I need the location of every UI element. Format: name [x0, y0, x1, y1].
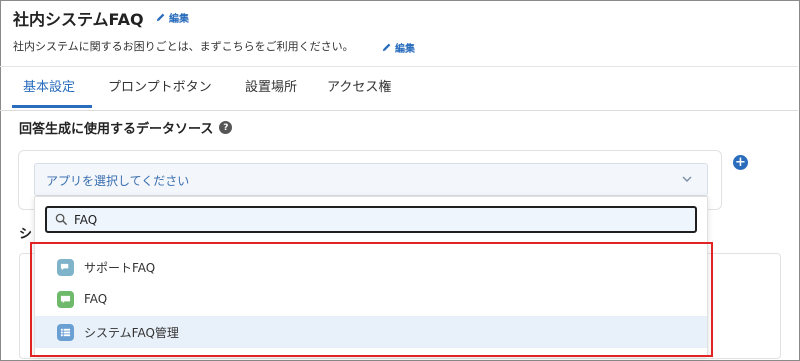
background-section-label: シ — [19, 227, 33, 242]
page-title: 社内システムFAQ — [13, 10, 144, 29]
settings-tabs: 基本設定 プロンプトボタン 設置場所 アクセス権 — [0, 70, 798, 111]
tab-prompt-buttons[interactable]: プロンプトボタン — [108, 78, 212, 108]
data-source-title-text: 回答生成に使用するデータソース — [19, 122, 214, 137]
option-support-faq[interactable]: サポートFAQ — [35, 251, 707, 283]
chat-bubbles-icon — [57, 258, 74, 276]
edit-title-link[interactable]: 編集 — [155, 10, 189, 25]
app-search-field[interactable] — [45, 206, 697, 233]
edit-title-label: 編集 — [169, 14, 189, 25]
app-select-dropdown[interactable]: アプリを選択してください — [34, 163, 708, 196]
tab-basic-settings[interactable]: 基本設定 — [23, 78, 75, 108]
tab-placement[interactable]: 設置場所 — [245, 78, 297, 108]
chat-bubble-icon — [57, 290, 74, 308]
option-system-faq-management[interactable]: システムFAQ管理 — [35, 316, 707, 348]
add-data-source-button[interactable]: + — [733, 155, 748, 170]
option-label: システムFAQ管理 — [84, 325, 179, 340]
active-tab-indicator — [12, 105, 92, 108]
pencil-icon — [382, 43, 391, 52]
app-select-placeholder: アプリを選択してください — [46, 174, 190, 188]
edit-description-link[interactable]: 編集 — [381, 40, 415, 55]
option-label: FAQ — [84, 292, 108, 306]
option-label: サポートFAQ — [84, 260, 156, 275]
edit-description-label: 編集 — [395, 44, 415, 55]
pencil-icon — [156, 13, 165, 22]
app-description: 社内システムに関するお困りごとは、まずこちらをご利用ください。 — [13, 40, 354, 53]
option-faq[interactable]: FAQ — [35, 283, 707, 315]
list-icon — [57, 323, 74, 341]
header-divider — [0, 66, 798, 67]
chevron-down-icon — [682, 176, 692, 182]
question-circle-icon[interactable]: ? — [219, 121, 233, 134]
search-icon — [55, 213, 68, 226]
plus-circle-icon: + — [735, 155, 746, 170]
tab-access-rights[interactable]: アクセス権 — [327, 78, 391, 108]
data-source-section-title: 回答生成に使用するデータソース ? — [19, 118, 233, 137]
app-search-input[interactable] — [74, 212, 634, 227]
